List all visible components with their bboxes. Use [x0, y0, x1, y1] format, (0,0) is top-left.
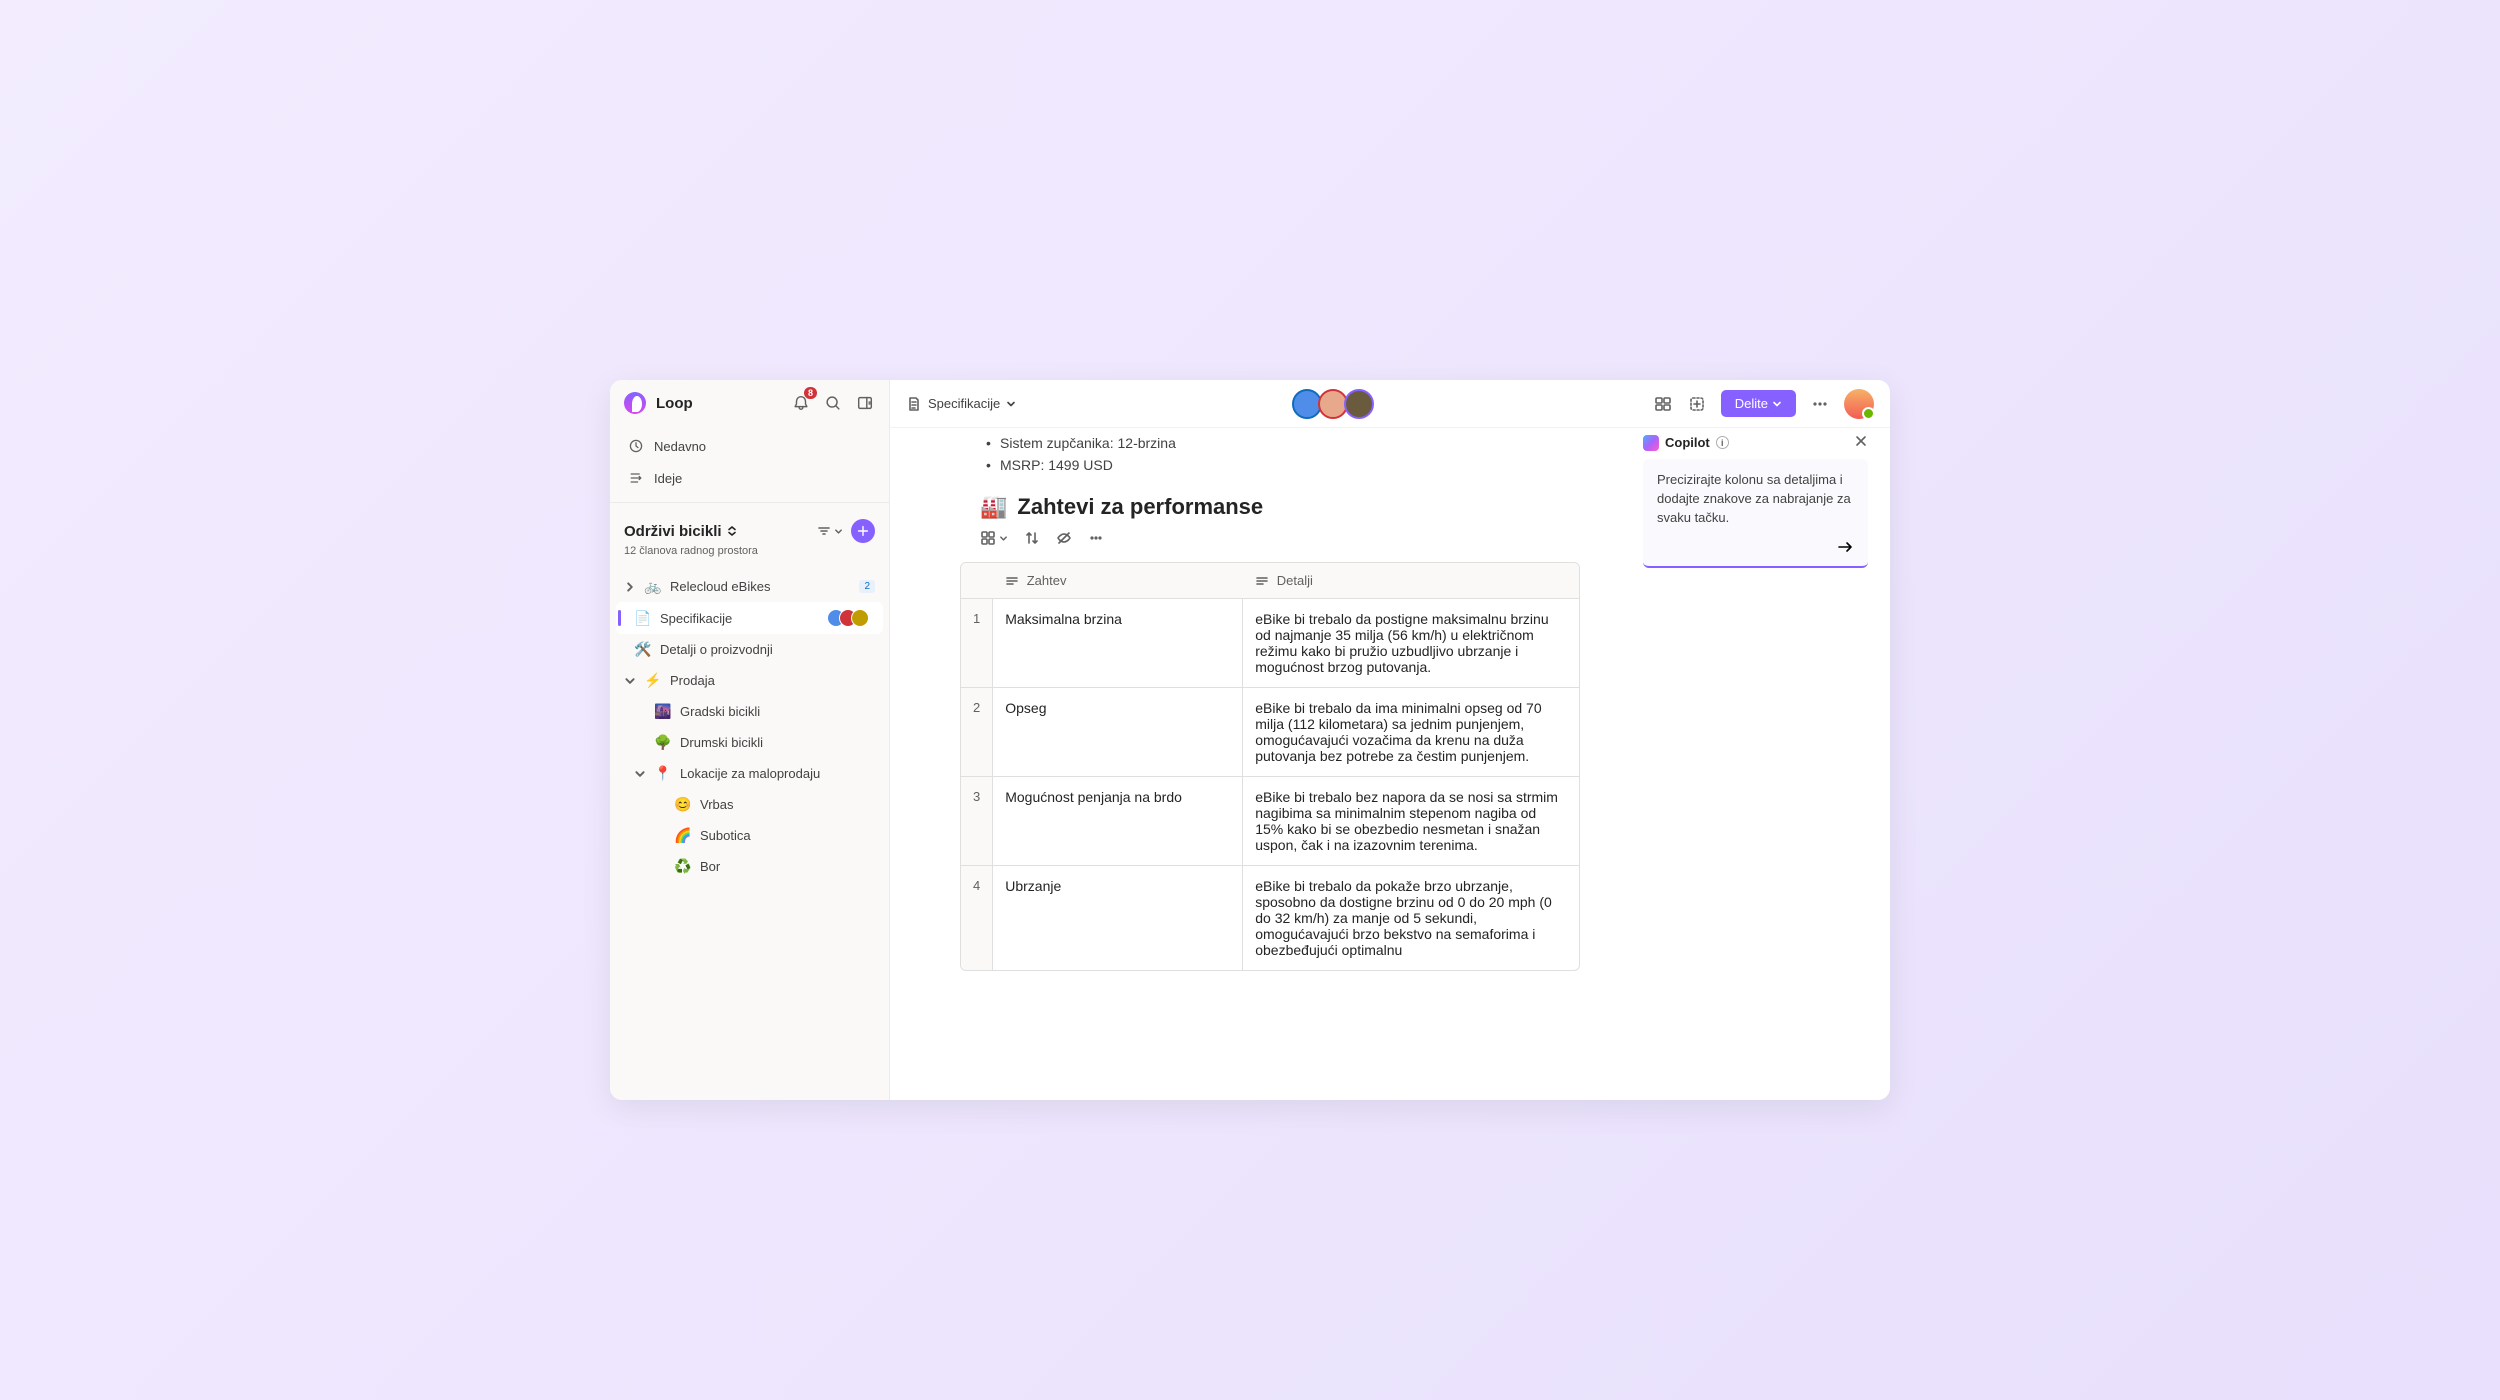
sort-button[interactable]: [816, 523, 843, 539]
send-icon[interactable]: [1836, 538, 1854, 556]
search-button[interactable]: [823, 393, 843, 413]
collaborator-facepile: [833, 609, 869, 627]
sidebar-nav: Nedavno Ideje: [610, 426, 889, 498]
table-row[interactable]: 1 Maksimalna brzina eBike bi trebalo da …: [961, 599, 1579, 688]
more-button[interactable]: [1810, 394, 1830, 414]
page-tree: 🚲 Relecloud eBikes 2 📄 Specifikacije 🛠️ …: [610, 567, 889, 886]
table-toolbar: [980, 526, 1600, 562]
tools-icon: 🛠️: [634, 641, 652, 658]
breadcrumb[interactable]: Specifikacije: [906, 396, 1016, 412]
view-button[interactable]: [980, 530, 1008, 546]
chevron-right-icon: [624, 581, 636, 593]
document-content: Sistem zupčanika: 12-brzina MSRP: 1499 U…: [890, 428, 1890, 1100]
tree-item-drumski[interactable]: 🌳 Drumski bicikli: [610, 727, 889, 758]
section-heading: 🏭 Zahtevi za performanse: [980, 486, 1600, 526]
presence-facepile[interactable]: [1296, 389, 1374, 419]
recycle-icon: ♻️: [674, 858, 692, 875]
table-row[interactable]: 3 Mogućnost penjanja na brdo eBike bi tr…: [961, 777, 1579, 866]
column-header-detalji[interactable]: Detalji: [1243, 563, 1579, 599]
main-area: Specifikacije Delite: [890, 380, 1890, 1100]
table-row[interactable]: 2 Opseg eBike bi trebalo da ima minimaln…: [961, 688, 1579, 777]
copilot-title: Copilot: [1665, 435, 1710, 450]
user-avatar[interactable]: [1844, 389, 1874, 419]
tree-badge: 2: [859, 580, 875, 593]
document-icon: [906, 396, 922, 412]
cell-detalji[interactable]: eBike bi trebalo da ima minimalni opseg …: [1243, 688, 1579, 777]
chevron-down-icon: [634, 768, 646, 780]
copilot-prompt-card[interactable]: Precizirajte kolonu sa detaljima i dodaj…: [1643, 459, 1868, 568]
bolt-icon: ⚡: [644, 672, 662, 689]
bullet-item: MSRP: 1499 USD: [980, 454, 1600, 476]
rownum-header: [961, 563, 993, 599]
bike-icon: 🚲: [644, 578, 662, 595]
copilot-close-button[interactable]: [1854, 434, 1868, 451]
tree-item-lokacije[interactable]: 📍 Lokacije za maloprodaju: [610, 758, 889, 789]
copilot-panel: Copilot i Precizirajte kolonu sa detalji…: [1643, 434, 1868, 568]
info-icon[interactable]: i: [1716, 436, 1729, 449]
chevron-down-icon: [624, 675, 636, 687]
cell-zahtev[interactable]: Ubrzanje: [993, 866, 1243, 971]
chevron-down-icon: [999, 534, 1008, 543]
chevron-down-icon: [834, 527, 843, 536]
cell-detalji[interactable]: eBike bi trebalo da postigne maksimalnu …: [1243, 599, 1579, 688]
share-button[interactable]: Delite: [1721, 390, 1796, 417]
tree-icon: 🌳: [654, 734, 672, 751]
app-name: Loop: [656, 395, 781, 412]
loop-logo-icon: [624, 392, 646, 414]
hide-columns-button[interactable]: [1056, 530, 1072, 546]
tree-item-vrbas[interactable]: 😊 Vrbas: [610, 789, 889, 820]
column-header-zahtev[interactable]: Zahtev: [993, 563, 1243, 599]
pencil-icon: 📍: [654, 765, 672, 782]
copilot-prompt-text: Precizirajte kolonu sa detaljima i dodaj…: [1657, 471, 1854, 528]
tree-item-specifikacije[interactable]: 📄 Specifikacije: [616, 602, 883, 634]
text-column-icon: [1005, 574, 1019, 588]
nav-ideas[interactable]: Ideje: [610, 462, 889, 494]
keyboard-shortcuts-button[interactable]: [1653, 394, 1673, 414]
copilot-logo-icon: [1643, 435, 1659, 451]
sidebar-header: Loop 8: [610, 380, 889, 426]
cell-detalji[interactable]: eBike bi trebalo da pokaže brzo ubrzanje…: [1243, 866, 1579, 971]
tree-item-subotica[interactable]: 🌈 Subotica: [610, 820, 889, 851]
table-row[interactable]: 4 Ubrzanje eBike bi trebalo da pokaže br…: [961, 866, 1579, 971]
cell-zahtev[interactable]: Mogućnost penjanja na brdo: [993, 777, 1243, 866]
add-page-button[interactable]: [851, 519, 875, 543]
add-panel-button[interactable]: [855, 393, 875, 413]
cell-zahtev[interactable]: Maksimalna brzina: [993, 599, 1243, 688]
workspace-title[interactable]: Održivi bicikli: [624, 523, 810, 540]
more-table-button[interactable]: [1088, 530, 1104, 546]
app-window: Loop 8 Nedavno Ideje: [610, 380, 1890, 1100]
notifications-badge: 8: [804, 387, 817, 399]
tree-item-gradski[interactable]: 🌆 Gradski bicikli: [610, 696, 889, 727]
cell-detalji[interactable]: eBike bi trebalo bez napora da se nosi s…: [1243, 777, 1579, 866]
chevron-down-icon: [1772, 399, 1782, 409]
workspace-subtitle: 12 članova radnog prostora: [610, 545, 889, 567]
workspace-switch-icon: [726, 525, 738, 537]
rainbow-icon: 🌈: [674, 827, 692, 844]
text-column-icon: [1255, 574, 1269, 588]
bullet-item: Sistem zupčanika: 12-brzina: [980, 432, 1600, 454]
spec-bullets: Sistem zupčanika: 12-brzina MSRP: 1499 U…: [980, 432, 1600, 486]
page-icon: 📄: [634, 610, 652, 627]
topbar: Specifikacije Delite: [890, 380, 1890, 428]
sidebar: Loop 8 Nedavno Ideje: [610, 380, 890, 1100]
nav-recent[interactable]: Nedavno: [610, 430, 889, 462]
sort-table-button[interactable]: [1024, 530, 1040, 546]
factory-icon: 🏭: [980, 494, 1007, 520]
component-button[interactable]: [1687, 394, 1707, 414]
tree-item-detalji[interactable]: 🛠️ Detalji o proizvodnji: [610, 634, 889, 665]
notifications-button[interactable]: 8: [791, 393, 811, 413]
tree-item-bor[interactable]: ♻️ Bor: [610, 851, 889, 882]
tree-item-prodaja[interactable]: ⚡ Prodaja: [610, 665, 889, 696]
requirements-table: Zahtev Detalji 1 Maksimalna brzina eBike…: [960, 562, 1580, 971]
city-icon: 🌆: [654, 703, 672, 720]
chevron-down-icon: [1006, 399, 1016, 409]
cell-zahtev[interactable]: Opseg: [993, 688, 1243, 777]
workspace-section: Održivi bicikli 12 članova radnog prosto…: [610, 502, 889, 886]
tree-item-relecloud[interactable]: 🚲 Relecloud eBikes 2: [610, 571, 889, 602]
face-icon: 😊: [674, 796, 692, 813]
